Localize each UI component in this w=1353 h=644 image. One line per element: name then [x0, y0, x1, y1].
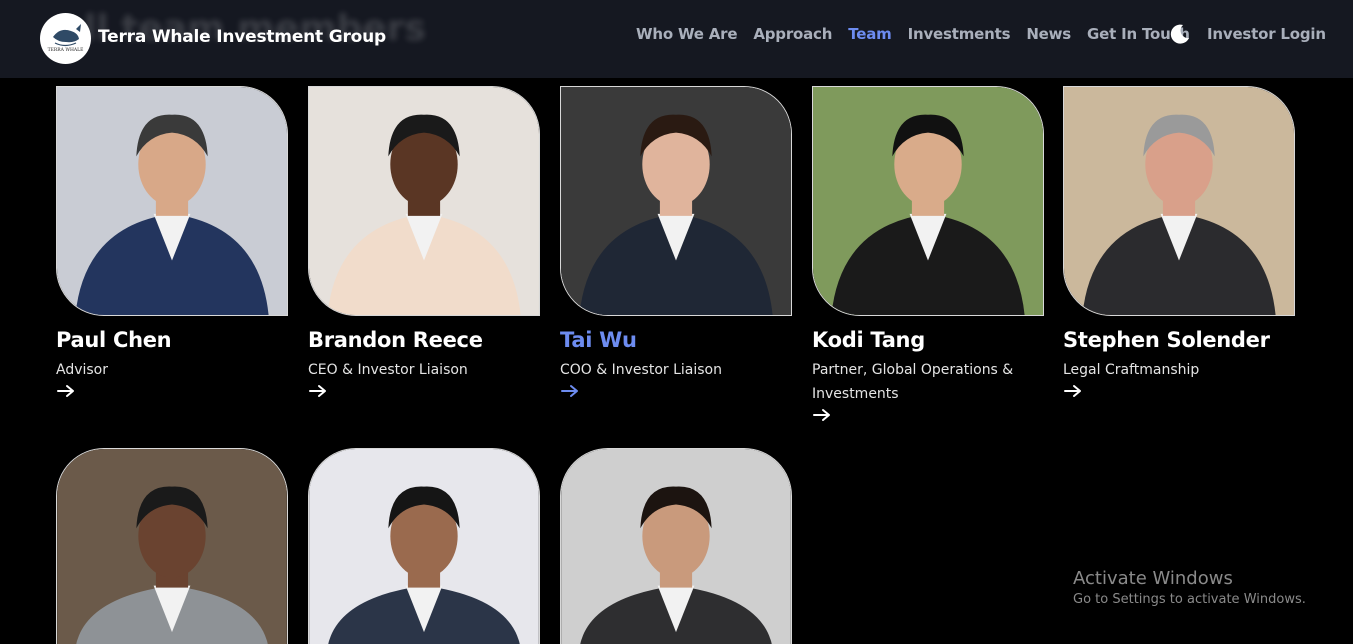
- team-card[interactable]: [308, 448, 540, 644]
- member-role: CEO & Investor Liaison: [308, 362, 468, 378]
- member-role: COO & Investor Liaison: [560, 362, 722, 378]
- team-card-stephen-solender[interactable]: Stephen Solender Legal Craftmanship: [1063, 86, 1295, 398]
- member-name[interactable]: Paul Chen: [56, 328, 288, 352]
- member-name[interactable]: Stephen Solender: [1063, 328, 1295, 352]
- watermark-title: Activate Windows: [1073, 568, 1233, 589]
- portrait-photo: [560, 448, 792, 644]
- portrait-photo: [56, 86, 288, 316]
- investor-login-link[interactable]: Investor Login: [1207, 25, 1326, 43]
- windows-activation-watermark: Activate Windows Go to Settings to activ…: [1073, 568, 1306, 607]
- moon-icon[interactable]: [1168, 22, 1192, 46]
- portrait: [813, 87, 1043, 315]
- portrait: [57, 87, 287, 315]
- portrait: [1064, 87, 1294, 315]
- portrait-photo: [560, 86, 792, 316]
- nav-team[interactable]: Team: [848, 25, 892, 43]
- svg-text:TERRA WHALE: TERRA WHALE: [48, 47, 84, 53]
- arrow-right-icon[interactable]: [56, 384, 76, 398]
- member-role: Legal Craftmanship: [1063, 362, 1200, 378]
- site-header: ll team members TERRA WHALE Terra Whale …: [0, 0, 1353, 78]
- portrait: [309, 449, 539, 644]
- team-card-kodi-tang[interactable]: Kodi Tang Partner, Global Operations & I…: [812, 86, 1044, 422]
- nav-investments[interactable]: Investments: [908, 25, 1011, 43]
- member-role: Advisor: [56, 362, 109, 378]
- portrait-photo: [812, 86, 1044, 316]
- team-card-paul-chen[interactable]: Paul Chen Advisor: [56, 86, 288, 398]
- brand-logo[interactable]: TERRA WHALE: [40, 13, 91, 64]
- member-name[interactable]: Brandon Reece: [308, 328, 540, 352]
- arrow-right-icon[interactable]: [1063, 384, 1083, 398]
- team-card-tai-wu[interactable]: Tai Wu COO & Investor Liaison: [560, 86, 792, 398]
- brand-name[interactable]: Terra Whale Investment Group: [98, 27, 386, 47]
- arrow-right-icon[interactable]: [812, 408, 832, 422]
- nav-who-we-are[interactable]: Who We Are: [636, 25, 738, 43]
- team-card[interactable]: [56, 448, 288, 644]
- portrait-photo: [308, 448, 540, 644]
- portrait-photo: [56, 448, 288, 644]
- portrait: [561, 449, 791, 644]
- arrow-right-icon[interactable]: [560, 384, 580, 398]
- team-card[interactable]: [560, 448, 792, 644]
- nav-approach[interactable]: Approach: [753, 25, 832, 43]
- portrait-photo: [308, 86, 540, 316]
- portrait: [309, 87, 539, 315]
- portrait-photo: [1063, 86, 1295, 316]
- watermark-subtitle: Go to Settings to activate Windows.: [1073, 592, 1306, 607]
- arrow-right-icon[interactable]: [308, 384, 328, 398]
- portrait: [561, 87, 791, 315]
- member-name[interactable]: Tai Wu: [560, 328, 792, 352]
- main-nav: Who We Are Approach Team Investments New…: [636, 25, 1190, 43]
- nav-news[interactable]: News: [1026, 25, 1071, 43]
- portrait: [57, 449, 287, 644]
- team-card-brandon-reece[interactable]: Brandon Reece CEO & Investor Liaison: [308, 86, 540, 398]
- member-role: Partner, Global Operations & Investments: [812, 362, 1014, 402]
- member-name[interactable]: Kodi Tang: [812, 328, 1044, 352]
